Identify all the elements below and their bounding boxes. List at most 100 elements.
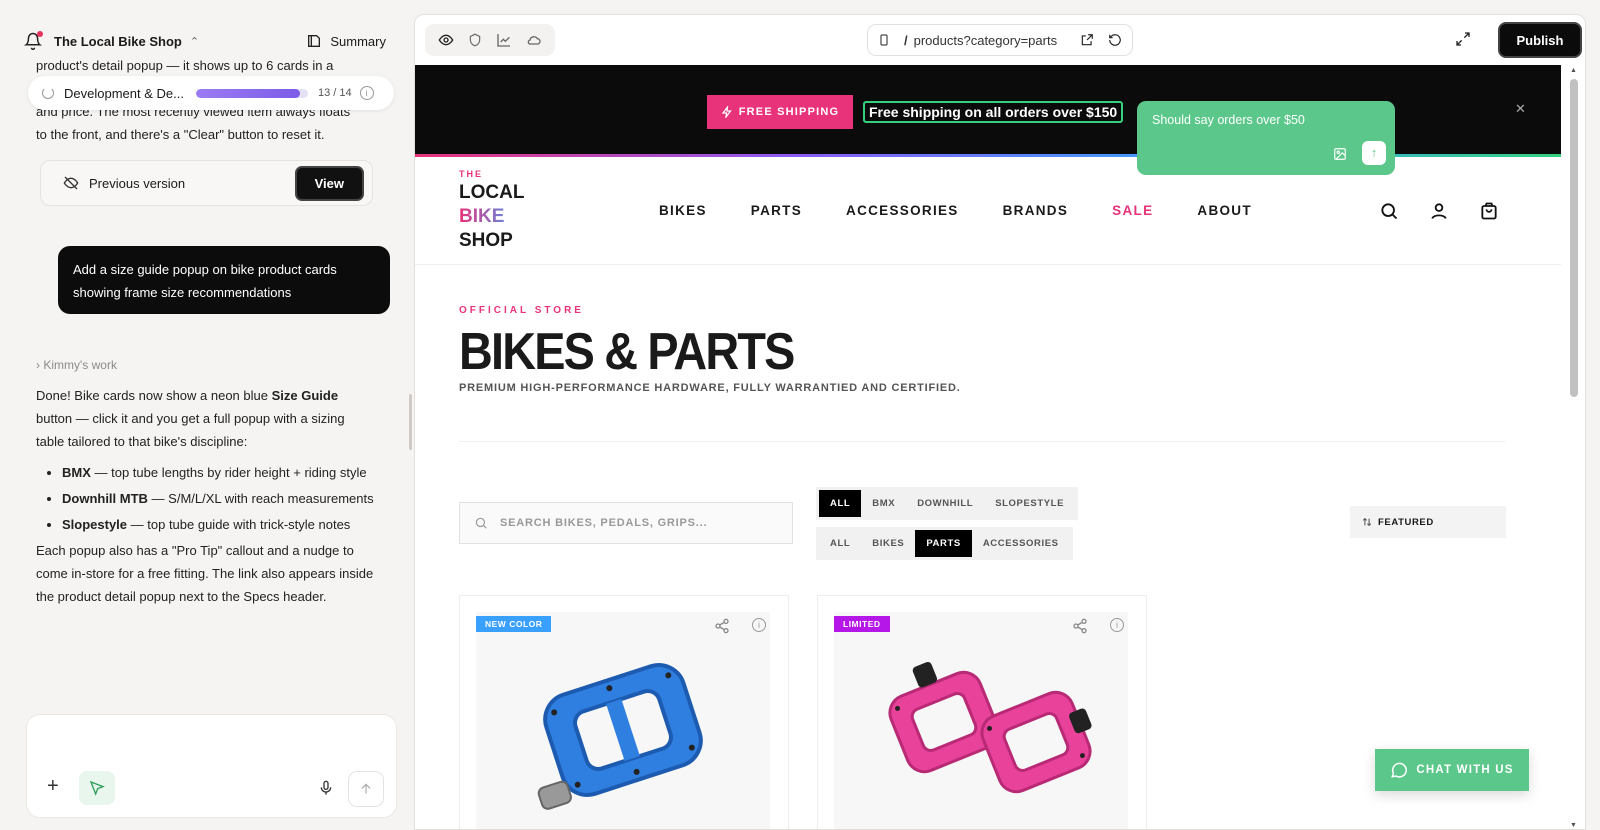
page-subtitle: PREMIUM HIGH-PERFORMANCE HARDWARE, FULLY… <box>459 382 961 394</box>
nav-bikes[interactable]: BIKES <box>659 203 707 218</box>
filter-chip[interactable]: SLOPESTYLE <box>984 490 1075 517</box>
scrollbar-thumb[interactable] <box>1570 79 1578 397</box>
nav-about[interactable]: ABOUT <box>1197 203 1252 218</box>
logo-the: THE <box>459 169 483 179</box>
reply-intro: Done! Bike cards now show a neon blue Si… <box>36 384 376 453</box>
chat-with-us-label: CHAT WITH US <box>1416 764 1514 776</box>
share-icon[interactable] <box>1072 618 1088 634</box>
product-info-icon[interactable]: i <box>752 618 766 632</box>
bullet-bold: BMX <box>62 465 91 480</box>
page-title: BIKES & PARTS <box>459 323 795 381</box>
filter-chip[interactable]: BMX <box>861 490 906 517</box>
comment-send-arrow-icon[interactable]: ↑ <box>1362 141 1386 165</box>
microphone-icon[interactable] <box>318 779 334 802</box>
mobile-device-icon[interactable] <box>878 32 890 48</box>
comment-text[interactable]: Should say orders over $50 <box>1152 113 1305 127</box>
preview-scrollbar[interactable]: ▲ ▼ <box>1561 65 1585 829</box>
work-toggle[interactable]: › Kimmy's work <box>36 358 117 372</box>
notification-dot <box>37 31 43 37</box>
send-arrow-icon[interactable] <box>348 771 384 807</box>
progress-pill[interactable]: Development & De... 13 / 14 i <box>28 76 394 110</box>
view-button[interactable]: View <box>294 165 364 201</box>
publish-button[interactable]: Publish <box>1498 22 1582 58</box>
product-info-icon[interactable]: i <box>1110 618 1124 632</box>
preview-panel: / products?category=parts Publish FREE S… <box>414 14 1586 830</box>
fullscreen-expand-icon[interactable] <box>1455 31 1471 47</box>
product-card[interactable]: LIMITED i <box>817 595 1147 829</box>
lightning-icon <box>721 106 732 118</box>
logo-line-shop: SHOP <box>459 230 513 251</box>
bullet-bold: Downhill MTB <box>62 491 148 506</box>
nav-brands[interactable]: BRANDS <box>1003 203 1069 218</box>
message-composer[interactable]: + <box>26 714 397 818</box>
shield-icon[interactable] <box>468 32 482 48</box>
bullet-text: — S/M/L/XL with reach measurements <box>147 491 374 506</box>
project-switch-chevron-icon[interactable]: ⌃ <box>190 35 199 48</box>
chat-text-cut: product's detail popup — it shows up to … <box>36 58 334 73</box>
product-search-input[interactable]: SEARCH BIKES, PEDALS, GRIPS... <box>459 502 793 544</box>
sort-arrows-icon <box>1362 517 1372 527</box>
summary-label: Summary <box>330 33 386 49</box>
sort-dropdown[interactable]: FEATURED <box>1350 506 1506 538</box>
reply-bold: Size Guide <box>271 388 339 403</box>
free-shipping-badge-label: FREE SHIPPING <box>738 106 840 118</box>
previous-version-card: Previous version View <box>40 160 373 206</box>
project-name[interactable]: The Local Bike Shop <box>54 34 182 49</box>
progress-label: Development & De... <box>64 85 184 101</box>
close-banner-icon[interactable]: ✕ <box>1515 101 1526 117</box>
nav-accessories[interactable]: ACCESSORIES <box>846 203 959 218</box>
eye-icon[interactable] <box>438 32 454 48</box>
chat-with-us-button[interactable]: CHAT WITH US <box>1375 749 1529 791</box>
url-bar[interactable]: / products?category=parts <box>867 24 1133 56</box>
edit-comment-popover[interactable]: Should say orders over $50 ↑ <box>1137 101 1395 175</box>
whatsapp-icon <box>1391 762 1408 778</box>
filter-chip[interactable]: DOWNHILL <box>906 490 984 517</box>
site-logo[interactable]: THE LOCAL BIKE SHOP <box>459 167 524 253</box>
product-image-area <box>476 612 770 829</box>
category-chip[interactable]: ALL <box>819 530 861 557</box>
open-external-icon[interactable] <box>1080 33 1094 47</box>
reply-bullets: BMX — top tube lengths by rider height +… <box>62 461 376 536</box>
filter-chip[interactable]: ALL <box>819 490 862 517</box>
free-shipping-badge: FREE SHIPPING <box>707 95 853 129</box>
info-icon[interactable]: i <box>359 86 374 100</box>
analytics-chart-icon[interactable] <box>496 32 512 48</box>
refresh-icon[interactable] <box>1108 33 1122 47</box>
summary-button[interactable]: Summary <box>306 33 386 49</box>
image-attach-icon[interactable] <box>1333 147 1347 161</box>
search-icon[interactable] <box>1379 201 1399 221</box>
logo-line-bike: BIKE <box>459 205 524 229</box>
blue-pedal-image <box>537 663 703 810</box>
url-path[interactable]: products?category=parts <box>914 33 1080 48</box>
scroll-down-arrow-icon[interactable]: ▼ <box>1570 822 1577 829</box>
attach-plus-icon[interactable]: + <box>47 775 59 798</box>
bullet-bold: Slopestyle <box>62 517 128 532</box>
loading-spinner-icon <box>42 87 54 99</box>
chat-panel: The Local Bike Shop ⌃ Summary product's … <box>0 0 412 830</box>
scroll-up-arrow-icon[interactable]: ▲ <box>1570 67 1577 74</box>
cursor-mode-icon[interactable] <box>79 771 115 805</box>
category-chip[interactable]: ACCESSORIES <box>972 530 1070 557</box>
banner-text-selected[interactable]: Free shipping on all orders over $150 <box>863 101 1124 123</box>
discipline-filter: ALL BMX DOWNHILL SLOPESTYLE <box>816 487 1079 520</box>
reply-outro: Each popup also has a "Pro Tip" callout … <box>36 543 374 604</box>
category-chip[interactable]: PARTS <box>915 530 972 557</box>
shopping-bag-icon[interactable] <box>1479 201 1499 221</box>
chat-scrollbar[interactable] <box>409 394 412 450</box>
nav-sale[interactable]: SALE <box>1112 203 1153 218</box>
account-user-icon[interactable] <box>1429 201 1449 221</box>
previous-version-label: Previous version <box>89 175 186 191</box>
user-message: Add a size guide popup on bike product c… <box>58 246 390 314</box>
category-chip[interactable]: BIKES <box>861 530 915 557</box>
reply-text: Done! Bike cards now show a neon blue <box>36 388 272 403</box>
bullet-text: — top tube guide with trick-style notes <box>127 517 351 532</box>
logo-line-local: LOCAL <box>459 182 525 203</box>
notification-bell-icon[interactable] <box>23 31 43 50</box>
progress-bar-fill <box>195 88 301 98</box>
product-card[interactable]: NEW COLOR i <box>459 595 789 829</box>
nav-parts[interactable]: PARTS <box>751 203 802 218</box>
product-image-area <box>834 612 1128 829</box>
cloud-icon[interactable] <box>526 32 542 48</box>
assistant-reply: Done! Bike cards now show a neon blue Si… <box>36 384 376 608</box>
share-icon[interactable] <box>714 618 730 634</box>
